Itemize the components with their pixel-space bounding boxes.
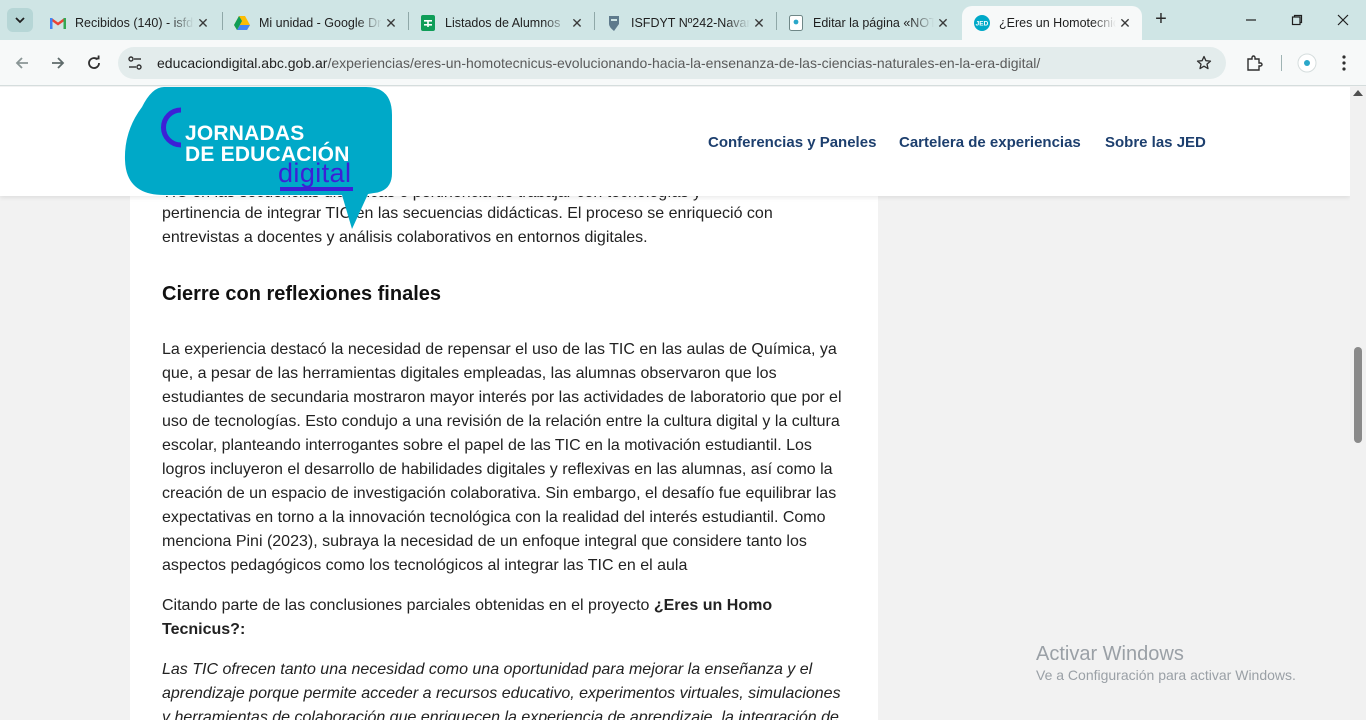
reload-icon bbox=[88, 55, 100, 69]
nav-sobre-jed[interactable]: Sobre las JED bbox=[1105, 134, 1206, 151]
browser-toolbar: educaciondigital.abc.gob.ar/experiencias… bbox=[0, 40, 1366, 86]
tab-google-sheets[interactable]: Listados de Alumnos ✕ bbox=[408, 6, 594, 40]
windows-activation-watermark: Activar Windows Ve a Configuración para … bbox=[1036, 643, 1296, 684]
google-sheets-icon bbox=[420, 15, 436, 31]
chevron-down-icon bbox=[15, 17, 25, 24]
logo-line-1: JORNADAS bbox=[185, 122, 305, 145]
nav-cartelera[interactable]: Cartelera de experiencias bbox=[899, 134, 1081, 151]
nav-conferencias[interactable]: Conferencias y Paneles bbox=[708, 134, 876, 151]
page-scrollbar[interactable] bbox=[1350, 87, 1366, 720]
close-icon bbox=[1337, 14, 1349, 26]
profile-icon bbox=[1297, 53, 1317, 73]
profile-avatar[interactable] bbox=[1295, 51, 1319, 75]
watermark-subtitle: Ve a Configuración para activar Windows. bbox=[1036, 667, 1296, 683]
text-line: y herramientas de colaboración que enriq… bbox=[162, 709, 839, 720]
browser-menu-button[interactable] bbox=[1332, 51, 1356, 75]
gmail-icon bbox=[50, 15, 66, 31]
text-line: estudiantes de secundaria mostraron mayo… bbox=[162, 389, 842, 406]
close-icon[interactable]: ✕ bbox=[568, 15, 586, 32]
tab-title: Listados de Alumnos bbox=[445, 16, 561, 30]
text-line: expectativas en torno a la innovación te… bbox=[162, 509, 826, 526]
tab-isfdyt[interactable]: ISFDYT Nº242-Navarro ✕ bbox=[594, 6, 776, 40]
close-window-button[interactable] bbox=[1320, 0, 1366, 40]
text-line: La experiencia destacó la necesidad de r… bbox=[162, 341, 837, 358]
restore-button[interactable] bbox=[1274, 0, 1320, 40]
close-icon[interactable]: ✕ bbox=[382, 15, 400, 32]
address-bar[interactable]: educaciondigital.abc.gob.ar/experiencias… bbox=[118, 47, 1226, 79]
conclusion-paragraph: La experiencia destacó la necesidad de r… bbox=[162, 338, 848, 578]
tab-google-drive[interactable]: Mi unidad - Google Drive ✕ bbox=[222, 6, 408, 40]
watermark-title: Activar Windows bbox=[1036, 643, 1184, 665]
site-info-icon[interactable] bbox=[124, 52, 146, 74]
back-button[interactable] bbox=[10, 51, 34, 75]
text-line: escolar, planteando interrogantes sobre … bbox=[162, 437, 812, 454]
close-icon[interactable]: ✕ bbox=[1116, 15, 1134, 32]
url-domain: educaciondigital.abc.gob.ar bbox=[157, 55, 328, 71]
logo-line-3: digital bbox=[278, 158, 352, 188]
url-path: /experiencias/eres-un-homotecnicus-evolu… bbox=[327, 55, 1041, 71]
page-viewport: TIC en las secuencias didácticas o perti… bbox=[0, 87, 1350, 720]
text-line: menciona Pini (2023), subraya la necesid… bbox=[162, 533, 807, 550]
tab-homotecnicus[interactable]: JED ¿Eres un Homotecnicus? ✕ bbox=[962, 6, 1142, 40]
restore-icon bbox=[1291, 14, 1303, 26]
tab-title: Recibidos (140) - isfdyt bbox=[75, 16, 194, 30]
google-drive-icon bbox=[234, 15, 250, 31]
tab-search-button[interactable] bbox=[7, 8, 33, 32]
text-line: Las TIC ofrecen tanto una necesidad como… bbox=[162, 661, 813, 678]
document-icon bbox=[788, 15, 804, 31]
tab-editar-noticias[interactable]: Editar la página «NOTICIAS» ✕ bbox=[776, 6, 960, 40]
new-tab-button[interactable]: + bbox=[1150, 8, 1172, 30]
text-line: uso de tecnologías. Esto condujo a una r… bbox=[162, 413, 840, 430]
argentina-shield-icon bbox=[606, 15, 622, 31]
close-icon[interactable]: ✕ bbox=[194, 15, 212, 32]
reload-button[interactable] bbox=[82, 51, 106, 75]
scroll-thumb[interactable] bbox=[1354, 347, 1362, 443]
scroll-up-arrow-icon[interactable] bbox=[1353, 90, 1363, 96]
forward-button[interactable] bbox=[46, 51, 70, 75]
svg-text:JED: JED bbox=[976, 21, 989, 28]
puzzle-icon bbox=[1247, 55, 1263, 71]
tab-title: ISFDYT Nº242-Navarro bbox=[631, 16, 750, 30]
extensions-button[interactable] bbox=[1242, 51, 1266, 75]
tab-title: ¿Eres un Homotecnicus? bbox=[999, 16, 1116, 30]
text-line: que, a pesar de las herramientas digital… bbox=[162, 365, 777, 382]
jed-icon: JED bbox=[974, 15, 990, 31]
site-logo[interactable]: JORNADAS DE EDUCACIÓN digital bbox=[124, 87, 394, 235]
minimize-button[interactable] bbox=[1228, 0, 1274, 40]
arrow-right-icon bbox=[52, 57, 65, 69]
tab-strip: Recibidos (140) - isfdyt ✕ Mi unidad - G… bbox=[0, 0, 1366, 40]
quote-paragraph: Las TIC ofrecen tanto una necesidad como… bbox=[162, 658, 848, 720]
tab-title: Mi unidad - Google Drive bbox=[259, 16, 382, 30]
project-title-cont: Tecnicus?: bbox=[162, 621, 246, 638]
project-title: ¿Eres un Homo bbox=[653, 597, 773, 614]
text-line: aprendizaje porque permite acceder a rec… bbox=[162, 685, 841, 702]
arrow-left-icon bbox=[15, 57, 28, 69]
close-icon[interactable]: ✕ bbox=[934, 15, 952, 32]
tab-title: Editar la página «NOTICIAS» bbox=[813, 16, 934, 30]
citation-paragraph: Citando parte de las conclusiones parcia… bbox=[162, 594, 848, 642]
tab-gmail[interactable]: Recibidos (140) - isfdyt ✕ bbox=[38, 6, 220, 40]
minimize-icon bbox=[1246, 19, 1256, 21]
url-text[interactable]: educaciondigital.abc.gob.ar/experiencias… bbox=[157, 55, 1040, 71]
text-line: logros incluyeron el desarrollo de habil… bbox=[162, 461, 833, 478]
bookmark-star-icon[interactable] bbox=[1194, 53, 1214, 73]
close-icon[interactable]: ✕ bbox=[750, 15, 768, 32]
citation-intro: Citando parte de las conclusiones parcia… bbox=[162, 597, 654, 614]
section-heading: Cierre con reflexiones finales bbox=[162, 283, 442, 305]
text-line: creación de un espacio de investigación … bbox=[162, 485, 837, 502]
kebab-menu-icon bbox=[1342, 55, 1346, 71]
text-line: aspectos pedagógicos como los tecnológic… bbox=[162, 557, 688, 574]
